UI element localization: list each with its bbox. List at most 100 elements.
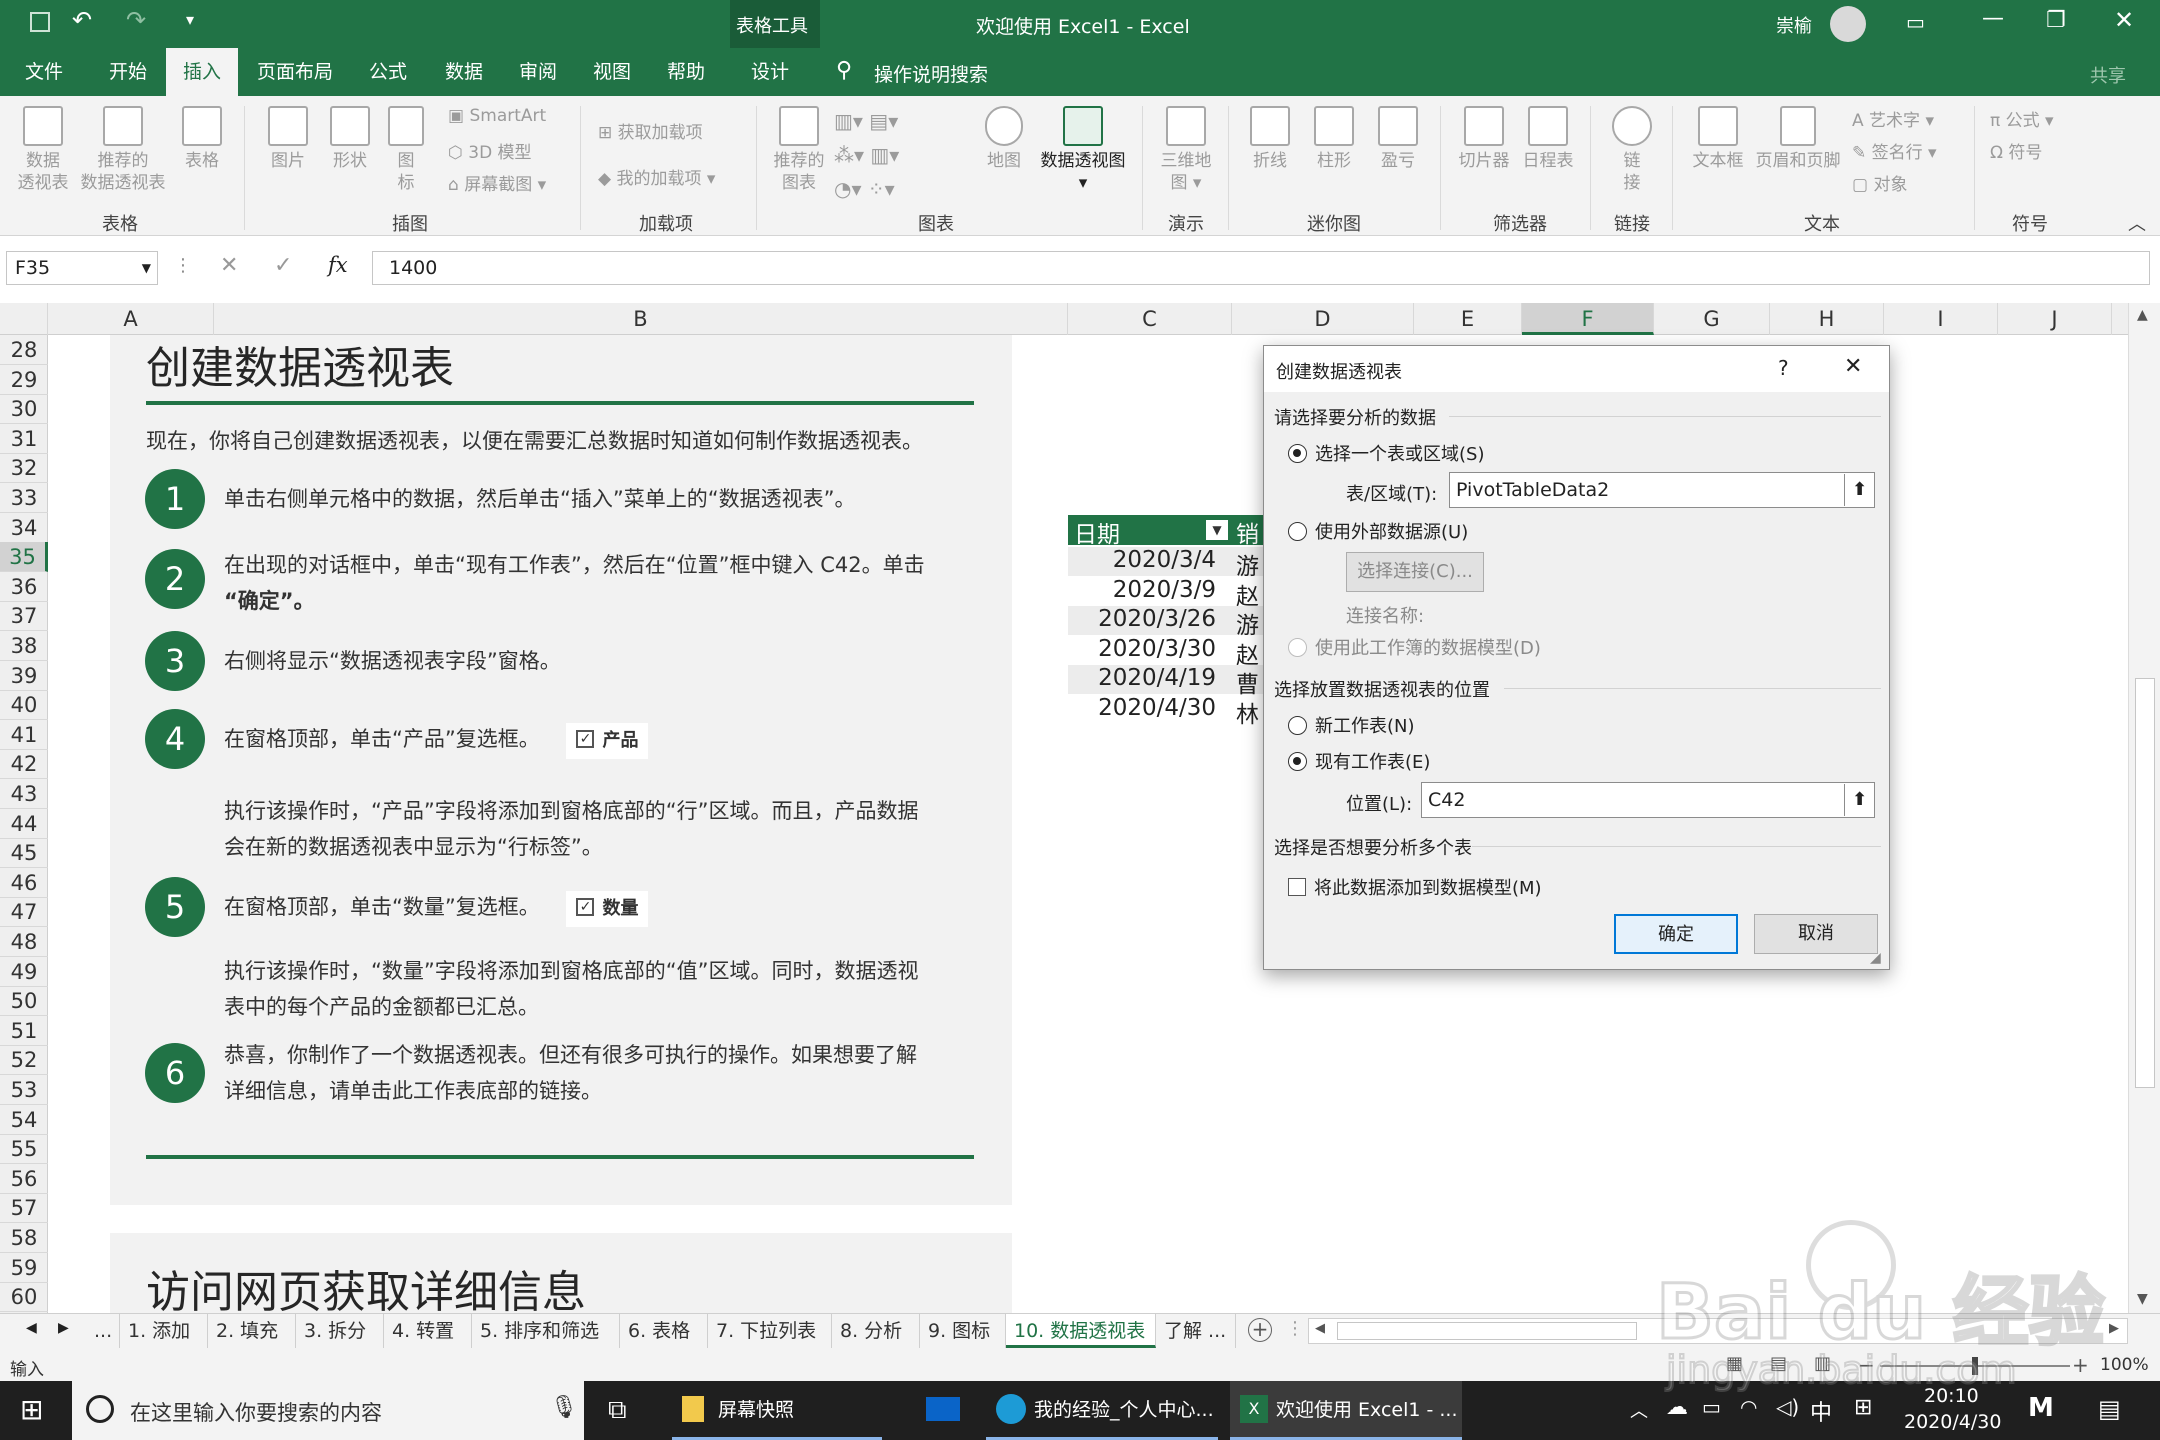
normal-view-icon[interactable]: ▦	[1726, 1353, 1743, 1374]
taskbar-search[interactable]: 在这里输入你要搜索的内容 🎙	[72, 1381, 584, 1440]
row-header[interactable]: 33	[0, 483, 48, 513]
taskbar-app-mail[interactable]	[912, 1381, 974, 1440]
restore-icon[interactable]: ❐	[2046, 8, 2066, 33]
row-header[interactable]: 59	[0, 1253, 48, 1283]
minimize-icon[interactable]: —	[1982, 6, 2004, 31]
page-break-view-icon[interactable]: ▥	[1814, 1353, 1831, 1374]
collapse-location-icon[interactable]: ⬆	[1844, 784, 1874, 816]
sheet-tabs-overflow[interactable]: ...	[86, 1314, 120, 1348]
col-header[interactable]: I	[1884, 303, 1998, 335]
meet-now-icon[interactable]: M	[2028, 1393, 2054, 1423]
col-header-selected[interactable]: F	[1522, 303, 1654, 335]
tab-data[interactable]: 数据	[436, 48, 492, 96]
chart-type-buttons[interactable]: ▥▾ ▤▾ ⁂▾ ▥▾ ◔▾ ⁘▾	[834, 104, 899, 206]
row-header[interactable]: 28	[0, 335, 48, 365]
taskbar-app-edge[interactable]: 我的经验_个人中心...	[986, 1381, 1218, 1440]
table-cell-date[interactable]: 2020/3/30	[1068, 636, 1216, 662]
cancel-icon[interactable]: ✕	[220, 253, 238, 278]
row-header[interactable]: 37	[0, 601, 48, 632]
new-sheet-icon[interactable]: +	[1248, 1318, 1272, 1342]
col-header[interactable]: B	[214, 303, 1068, 335]
sheet-tab[interactable]: 3. 拆分	[296, 1314, 384, 1348]
row-header[interactable]: 41	[0, 720, 48, 750]
slicer-button[interactable]: 切片器	[1454, 106, 1514, 172]
sparkline-line-button[interactable]: 折线	[1244, 106, 1296, 172]
get-addins-button[interactable]: ⊞ 获取加载项	[598, 118, 703, 143]
resize-grip-icon[interactable]: ◢	[1870, 950, 1881, 966]
scroll-right-icon[interactable]: ▶	[2109, 1321, 2119, 1336]
collapse-range-icon[interactable]: ⬆	[1844, 474, 1874, 506]
range-input[interactable]: PivotTableData2	[1449, 472, 1875, 508]
pivot-table-button[interactable]: 数据 透视表	[14, 106, 72, 194]
table-cell-date[interactable]: 2020/4/30	[1068, 695, 1216, 721]
zoom-level[interactable]: 100%	[2100, 1355, 2149, 1375]
user-name[interactable]: 崇榆	[1776, 12, 1812, 38]
save-icon[interactable]	[30, 12, 50, 32]
row-header[interactable]: 49	[0, 957, 48, 987]
taskbar-app-screenshots[interactable]: 屏幕快照	[672, 1381, 882, 1440]
table-cell-date[interactable]: 2020/4/19	[1068, 665, 1216, 691]
my-addins-button[interactable]: ◆ 我的加载项 ▾	[598, 164, 715, 189]
wifi-icon[interactable]: ◠	[1740, 1395, 1757, 1419]
add-to-model-checkbox[interactable]: 将此数据添加到数据模型(M)	[1288, 874, 1542, 900]
tab-review[interactable]: 审阅	[510, 48, 566, 96]
undo-icon[interactable]: ↶	[72, 6, 92, 34]
horizontal-scrollbar[interactable]: ◀ ▶	[1308, 1318, 2128, 1344]
task-view-icon[interactable]: ⧉	[608, 1395, 627, 1425]
pivot-chart-button[interactable]: 数据透视图 ▾	[1034, 106, 1132, 194]
formula-input[interactable]: 1400	[372, 251, 2150, 285]
timeline-button[interactable]: 日程表	[1518, 106, 1578, 172]
scroll-up-icon[interactable]: ▲	[2137, 307, 2148, 323]
screenshot-button[interactable]: ⌂ 屏幕截图 ▾	[448, 170, 546, 195]
scroll-down-icon[interactable]: ▼	[2137, 1291, 2148, 1307]
radio-external-source[interactable]: 使用外部数据源(U)	[1288, 518, 1468, 544]
equation-button[interactable]: π 公式 ▾	[1990, 106, 2054, 131]
row-header[interactable]: 50	[0, 986, 48, 1017]
clock-date[interactable]: 2020/4/30	[1904, 1411, 2001, 1433]
tab-insert[interactable]: 插入	[166, 48, 238, 96]
row-header[interactable]: 31	[0, 424, 48, 454]
row-header[interactable]: 29	[0, 365, 48, 395]
maps-button[interactable]: 地图	[980, 106, 1028, 172]
next-sheet-icon[interactable]: ▶	[58, 1320, 69, 1336]
zoom-in-icon[interactable]: +	[2072, 1353, 2089, 1377]
row-header[interactable]: 48	[0, 927, 48, 957]
taskbar-app-excel[interactable]: X 欢迎使用 Excel1 - ...	[1230, 1381, 1462, 1440]
sheet-tab[interactable]: 7. 下拉列表	[708, 1314, 832, 1348]
redo-icon[interactable]: ↷	[126, 6, 146, 34]
row-header[interactable]: 58	[0, 1223, 48, 1253]
row-header[interactable]: 43	[0, 779, 48, 809]
row-header[interactable]: 60	[0, 1282, 48, 1313]
row-header[interactable]: 55	[0, 1134, 48, 1165]
zoom-slider-thumb[interactable]	[1972, 1357, 1978, 1375]
pictures-button[interactable]: 图片	[262, 106, 314, 172]
ribbon-display-icon[interactable]: ▭	[1906, 10, 1925, 34]
link-button[interactable]: 链接	[1604, 106, 1660, 194]
scroll-left-icon[interactable]: ◀	[1315, 1321, 1325, 1336]
row-header[interactable]: 34	[0, 513, 48, 543]
shapes-button[interactable]: 形状	[324, 106, 376, 172]
radio-select-table[interactable]: 选择一个表或区域(S)	[1288, 440, 1484, 466]
tab-home[interactable]: 开始	[98, 48, 158, 96]
sheet-tab[interactable]: 4. 转置	[384, 1314, 472, 1348]
row-header[interactable]: 52	[0, 1045, 48, 1076]
tray-chevron-icon[interactable]: ︿	[1630, 1397, 1648, 1423]
insert-function-icon[interactable]: fx	[328, 253, 348, 277]
sheet-tab[interactable]: 9. 图标	[920, 1314, 1006, 1348]
volume-icon[interactable]: ◁)	[1776, 1395, 1799, 1419]
page-layout-view-icon[interactable]: ▤	[1770, 1353, 1787, 1374]
filter-dropdown-icon[interactable]: ▼	[1206, 520, 1228, 540]
cancel-button[interactable]: 取消	[1754, 914, 1878, 954]
onedrive-icon[interactable]: ☁	[1666, 1395, 1688, 1420]
customize-qat-icon[interactable]: ▾	[186, 10, 194, 29]
tab-formulas[interactable]: 公式	[360, 48, 416, 96]
tab-help[interactable]: 帮助	[658, 48, 714, 96]
row-header[interactable]: 47	[0, 897, 48, 928]
row-header-selected[interactable]: 35	[0, 542, 48, 573]
close-button[interactable]: ✕	[1844, 354, 1862, 379]
row-header[interactable]: 54	[0, 1105, 48, 1135]
radio-new-worksheet[interactable]: 新工作表(N)	[1288, 712, 1415, 738]
table-cell-date[interactable]: 2020/3/9	[1068, 577, 1216, 603]
row-header[interactable]: 51	[0, 1016, 48, 1046]
object-button[interactable]: ▢ 对象	[1852, 170, 1907, 195]
